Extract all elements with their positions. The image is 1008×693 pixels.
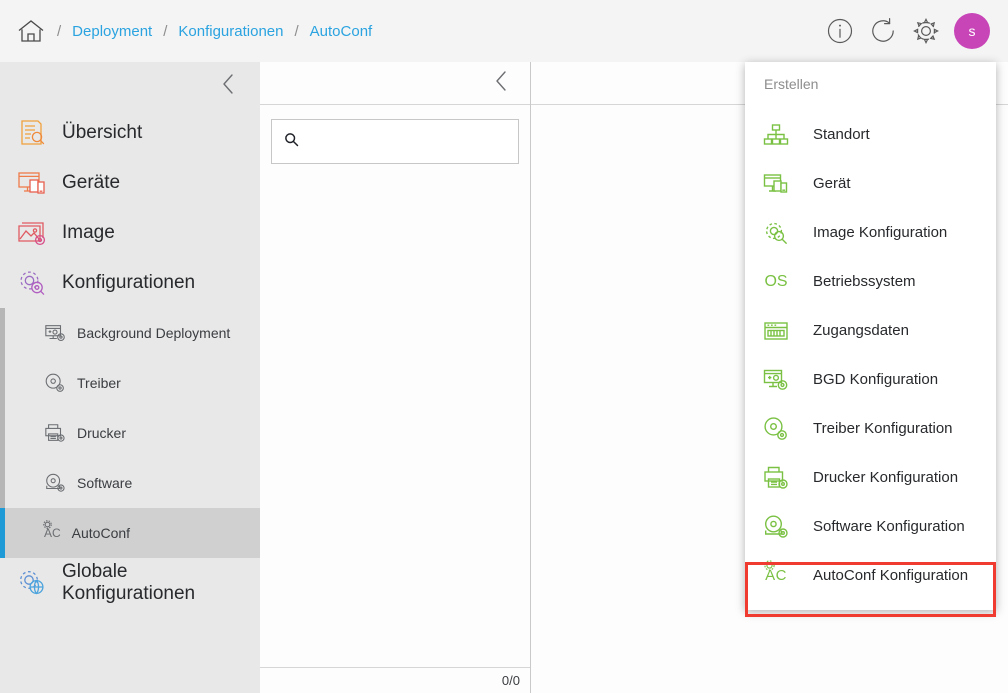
printer-icon <box>44 422 66 444</box>
sidebar-item-label: Übersicht <box>62 122 143 143</box>
menu-item-image-konfiguration[interactable]: Image Konfiguration <box>745 208 996 257</box>
sidebar-subitem-label: Drucker <box>77 425 127 441</box>
top-bar-actions: s <box>825 13 990 49</box>
sidebar-item-image[interactable]: Image <box>0 208 260 258</box>
os-text-icon: OS <box>764 272 788 290</box>
sidebar-item-label: Image <box>62 222 115 243</box>
sidebar-nav: Übersicht Geräte Image Konfigurationen B… <box>0 108 260 608</box>
menu-item-label: Drucker Konfiguration <box>813 469 959 486</box>
list-panel: 0/0 <box>260 62 531 693</box>
menu-item-label: Software Konfiguration <box>813 518 965 535</box>
list-counter: 0/0 <box>260 667 530 693</box>
search-box[interactable] <box>271 119 519 164</box>
sidebar-item-label: Konfigurationen <box>62 272 196 293</box>
search-icon <box>284 132 299 152</box>
software-disc-icon <box>44 472 66 494</box>
device-monitor-icon <box>759 169 793 199</box>
app-root: / Deployment / Konfigurationen / AutoCon… <box>0 0 1008 693</box>
selected-indicator <box>0 508 5 558</box>
menu-item-label: Zugangsdaten <box>813 322 909 339</box>
sidebar-subitem-label: Background Deployment <box>77 325 231 341</box>
avatar-initial: s <box>968 23 976 39</box>
breadcrumb-item-konfigurationen[interactable]: Konfigurationen <box>178 23 283 40</box>
menu-item-bgd-konfiguration[interactable]: BGD Konfiguration <box>745 355 996 404</box>
menu-item-autoconf-konfiguration[interactable]: AC AutoConf Konfiguration <box>745 551 996 600</box>
sidebar-item-software[interactable]: Software <box>0 458 260 508</box>
driver-disc-icon <box>44 372 66 394</box>
sidebar-item-treiber[interactable]: Treiber <box>0 358 260 408</box>
info-icon[interactable] <box>825 16 855 46</box>
menu-item-geraet[interactable]: Gerät <box>745 159 996 208</box>
image-gear-icon <box>16 217 48 249</box>
menu-item-zugangsdaten[interactable]: Zugangsdaten <box>745 306 996 355</box>
driver-disc-gear-icon <box>759 414 793 444</box>
erstellen-dropdown-menu: Erstellen Standort Gerät Image Konfigura… <box>745 62 996 610</box>
breadcrumb-separator-2: / <box>163 22 168 40</box>
bgd-icon <box>44 322 66 344</box>
top-bar: / Deployment / Konfigurationen / AutoCon… <box>0 0 1008 62</box>
devices-monitor-icon <box>16 167 48 199</box>
autoconf-ac-gear-icon: AC <box>759 560 793 591</box>
sidebar-subitem-label: AutoConf <box>71 525 131 541</box>
home-icon[interactable] <box>16 17 46 45</box>
menu-item-label: Betriebssystem <box>813 273 916 290</box>
sidebar-subitem-label: Software <box>77 475 133 491</box>
menu-item-label: BGD Konfiguration <box>813 371 939 388</box>
list-counter-value: 0/0 <box>501 673 520 688</box>
printer-gear-icon <box>759 463 793 493</box>
sitemap-icon <box>759 120 793 150</box>
menu-item-label: Standort <box>813 126 870 143</box>
menu-item-betriebssystem[interactable]: OS Betriebssystem <box>745 257 996 306</box>
sidebar: Übersicht Geräte Image Konfigurationen B… <box>0 62 260 693</box>
menu-item-treiber-konfiguration[interactable]: Treiber Konfiguration <box>745 404 996 453</box>
sidebar-item-autoconf[interactable]: AC AutoConf <box>0 508 260 558</box>
search-input[interactable] <box>307 133 506 150</box>
sidebar-item-label: Globale Konfigurationen <box>62 561 196 604</box>
menu-item-drucker-konfiguration[interactable]: Drucker Konfiguration <box>745 453 996 502</box>
configurations-gear-icon <box>16 267 48 299</box>
menu-item-label: AutoConf Konfiguration <box>813 567 969 584</box>
menu-item-standort[interactable]: Standort <box>745 110 996 159</box>
sidebar-item-background-deployment[interactable]: Background Deployment <box>0 308 260 358</box>
breadcrumb-item-deployment[interactable]: Deployment <box>72 23 152 40</box>
autoconf-ac-icon: AC <box>43 520 61 542</box>
sidebar-item-konfigurationen[interactable]: Konfigurationen <box>0 258 260 308</box>
sidebar-subitem-label: Treiber <box>77 375 121 391</box>
dropdown-title: Erstellen <box>764 76 819 92</box>
search-area <box>260 105 530 164</box>
list-panel-collapse-button[interactable] <box>492 69 510 98</box>
list-panel-header <box>260 62 530 105</box>
gear-magnifier-icon <box>759 218 793 248</box>
breadcrumb-separator-1: / <box>57 22 62 40</box>
credentials-keyboard-icon <box>759 316 793 346</box>
breadcrumb: / Deployment / Konfigurationen / AutoCon… <box>16 17 372 45</box>
sidebar-item-globale-konfigurationen[interactable]: Globale Konfigurationen <box>0 558 260 608</box>
overview-document-search-icon <box>16 117 48 149</box>
menu-item-label: Gerät <box>813 175 851 192</box>
breadcrumb-separator-3: / <box>294 22 299 40</box>
software-disc-gear-icon <box>759 512 793 542</box>
bgd-gear-icon <box>759 365 793 395</box>
menu-item-label: Image Konfiguration <box>813 224 948 241</box>
sidebar-item-uebersicht[interactable]: Übersicht <box>0 108 260 158</box>
refresh-icon[interactable] <box>868 16 898 46</box>
sidebar-item-geraete[interactable]: Geräte <box>0 158 260 208</box>
sidebar-collapse-button[interactable] <box>214 70 242 98</box>
avatar[interactable]: s <box>954 13 990 49</box>
menu-item-software-konfiguration[interactable]: Software Konfiguration <box>745 502 996 551</box>
breadcrumb-item-autoconf[interactable]: AutoConf <box>310 23 373 40</box>
globe-gear-icon <box>16 567 48 599</box>
sidebar-item-label: Geräte <box>62 172 121 193</box>
sidebar-item-drucker[interactable]: Drucker <box>0 408 260 458</box>
gear-icon[interactable] <box>911 16 941 46</box>
sidebar-subnav: Background Deployment Treiber Drucker So… <box>0 308 260 558</box>
menu-item-label: Treiber Konfiguration <box>813 420 953 437</box>
